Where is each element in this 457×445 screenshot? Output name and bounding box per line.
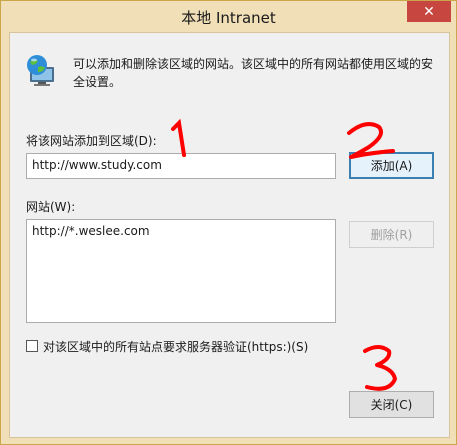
dialog-title: 本地 Intranet bbox=[181, 9, 276, 27]
website-input[interactable]: http://www.study.com bbox=[26, 153, 336, 179]
close-icon: ✕ bbox=[423, 3, 435, 20]
https-checkbox-label[interactable]: 对该区域中的所有站点要求服务器验证(https:)(S) bbox=[43, 338, 308, 355]
list-item[interactable]: http://*.weslee.com bbox=[32, 224, 330, 238]
dialog-body: 可以添加和删除该区域的网站。该区域中的所有网站都使用区域的安全设置。 将该网站添… bbox=[9, 32, 450, 438]
https-checkbox[interactable] bbox=[26, 340, 38, 352]
intranet-dialog: 本地 Intranet ✕ 可以添加和删除该区域的网站。该区域中的所有网站都使用… bbox=[0, 0, 457, 445]
remove-button[interactable]: 删除(R) bbox=[349, 221, 434, 248]
zone-description: 可以添加和删除该区域的网站。该区域中的所有网站都使用区域的安全设置。 bbox=[73, 57, 434, 89]
add-button[interactable]: 添加(A) bbox=[349, 152, 434, 179]
add-zone-label: 将该网站添加到区域(D): bbox=[26, 134, 157, 148]
sites-label: 网站(W): bbox=[26, 200, 76, 214]
title-bar[interactable]: 本地 Intranet ✕ bbox=[1, 1, 456, 31]
globe-monitor-icon bbox=[27, 55, 54, 86]
close-window-button[interactable]: ✕ bbox=[407, 1, 451, 22]
sites-list[interactable]: http://*.weslee.com bbox=[26, 219, 336, 323]
close-button[interactable]: 关闭(C) bbox=[349, 391, 434, 418]
